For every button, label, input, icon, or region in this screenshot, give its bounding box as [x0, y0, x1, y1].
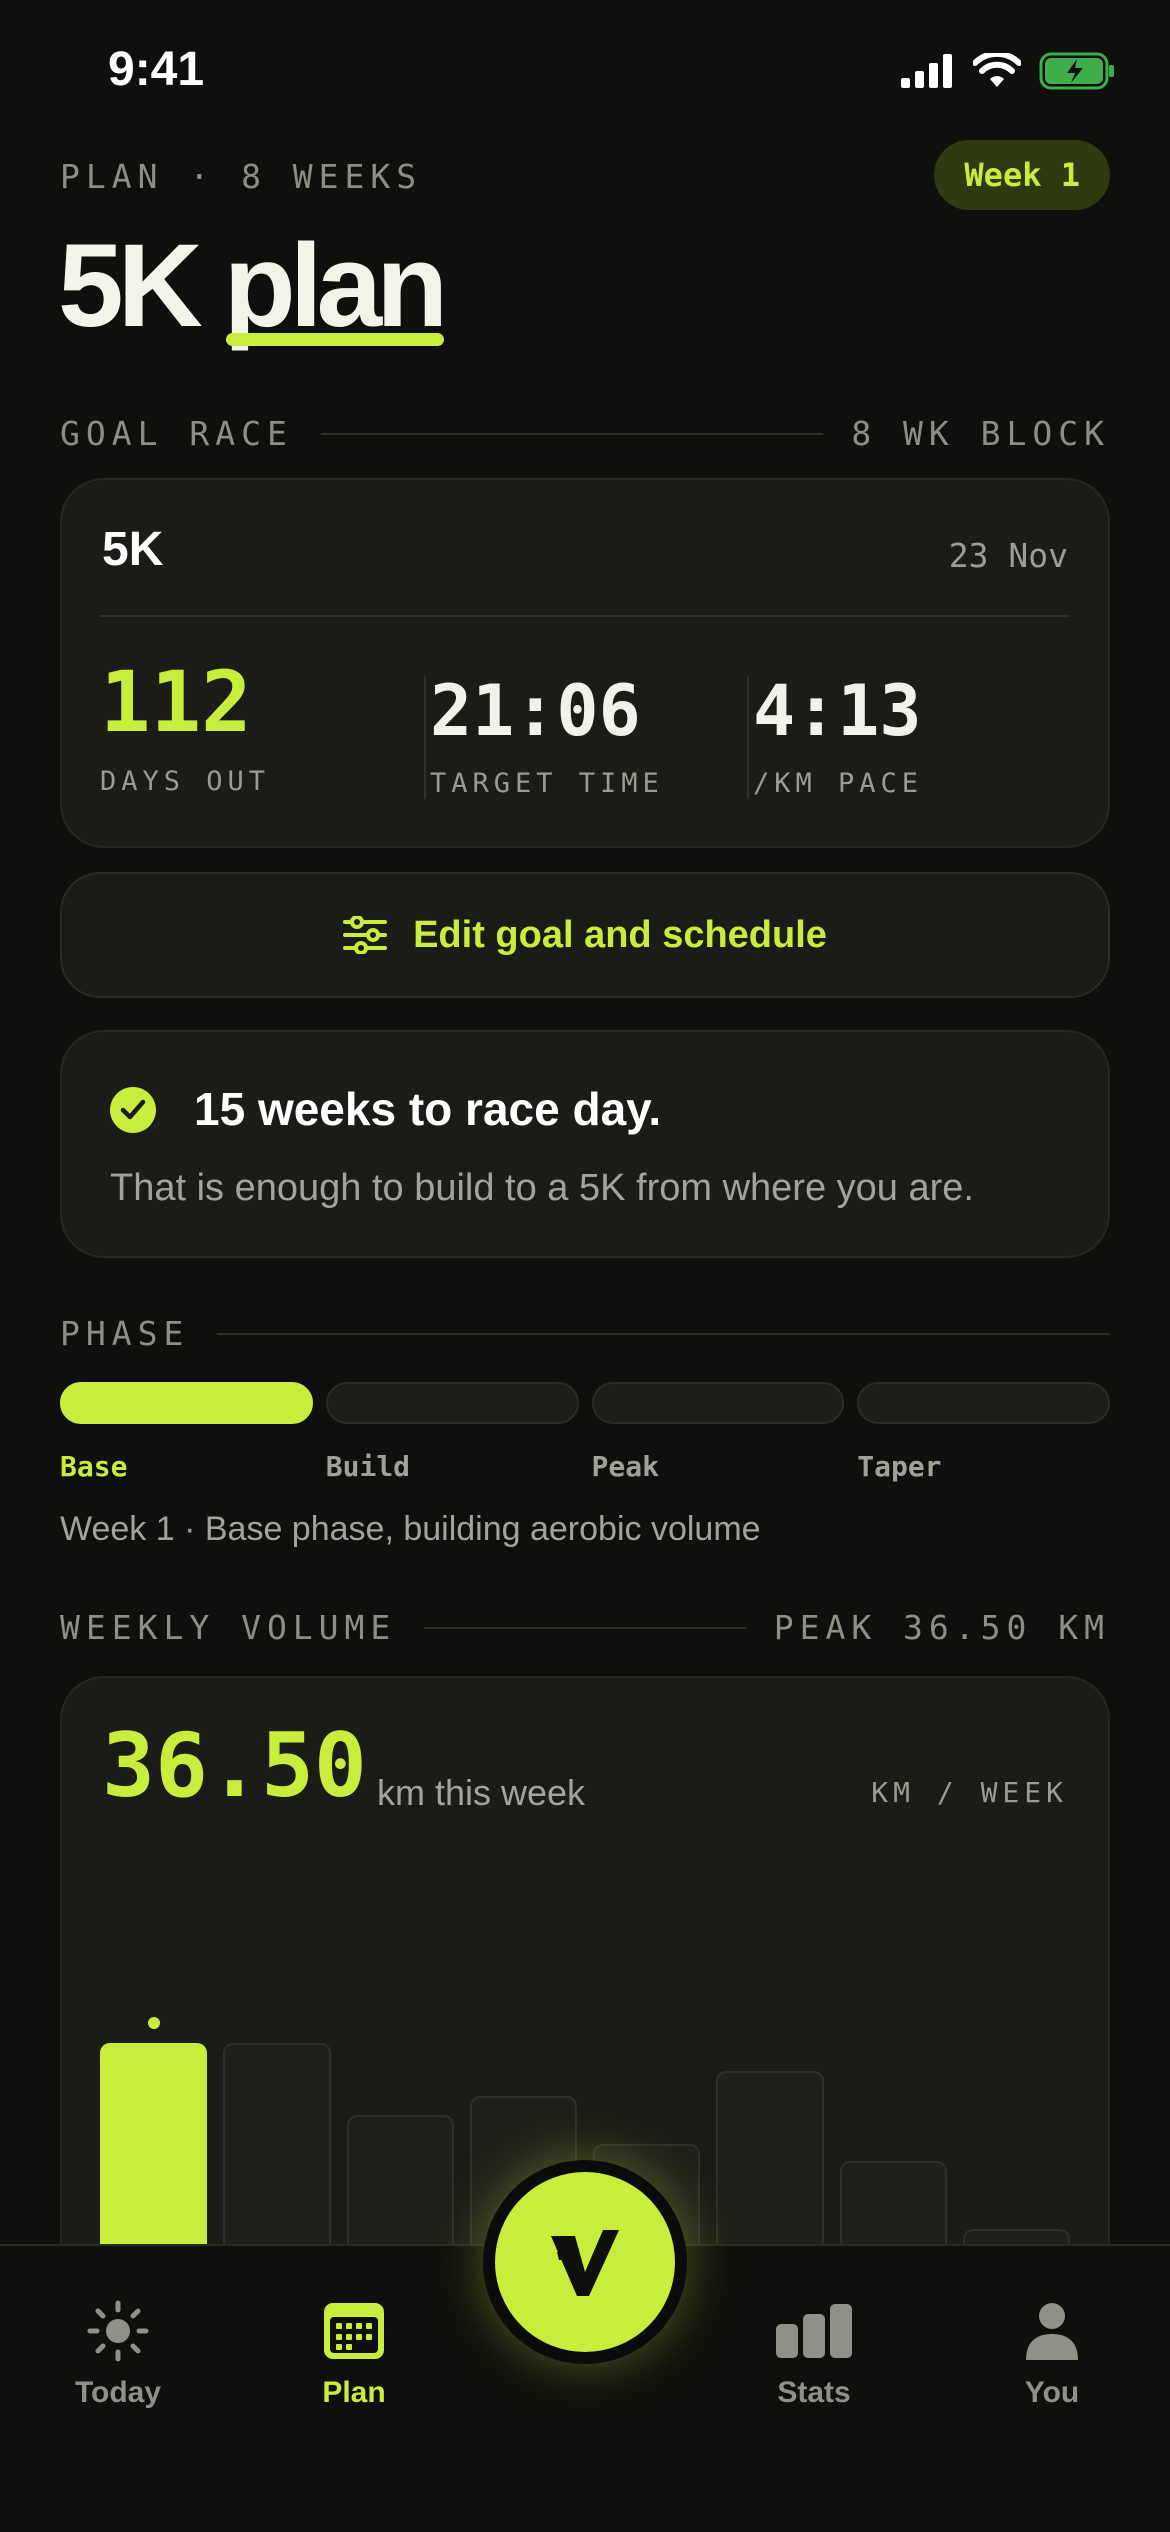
stat-target-time: 21:06 TARGET TIME [424, 676, 664, 799]
phase-bar [60, 1382, 313, 1424]
divider [424, 1626, 746, 1629]
tab-label: Stats [777, 2376, 851, 2409]
stat-label: /KM PACE [753, 768, 924, 799]
phase-peak[interactable]: Peak [591, 1382, 845, 1483]
readiness-card: 15 weeks to race day. That is enough to … [60, 1030, 1110, 1258]
title-main: 5K [58, 220, 203, 352]
start-run-button[interactable] [483, 2160, 687, 2364]
divider [320, 432, 824, 435]
edit-goal-label: Edit goal and schedule [413, 913, 827, 956]
edit-goal-button[interactable]: Edit goal and schedule [60, 872, 1110, 998]
phase-base[interactable]: Base [60, 1382, 313, 1483]
phase-label: Build [325, 1450, 411, 1483]
goal-section-meta: 8 WK BLOCK [851, 414, 1110, 453]
phase-label: Taper [857, 1450, 942, 1483]
volume-axis-label: KM / WEEK [871, 1776, 1068, 1809]
stat-value: 21:06 [430, 670, 641, 752]
battery-charging-icon [1039, 52, 1114, 90]
goal-section-header: GOAL RACE 8 WK BLOCK [60, 414, 1110, 453]
title-accent-wrap: plan [224, 221, 449, 352]
phase-build[interactable]: Build [325, 1382, 579, 1483]
goal-race-distance: 5K [102, 523, 164, 576]
phase-bar [325, 1382, 579, 1424]
phase-bar [857, 1382, 1110, 1424]
stat-value: 112 [100, 653, 252, 751]
tab-label: Plan [322, 2376, 386, 2409]
stat-value: 4:13 [753, 670, 922, 752]
phase-bar [591, 1382, 845, 1424]
goal-race-date: 23 Nov [948, 536, 1068, 575]
tab-stats[interactable]: Stats [724, 2296, 904, 2410]
phase-note: Week 1 · Base phase, building aerobic vo… [60, 1510, 761, 1548]
brand-v-icon [551, 2230, 619, 2296]
signal-icon [901, 54, 952, 88]
divider [217, 1332, 1110, 1335]
volume-section-label: WEEKLY VOLUME [60, 1608, 397, 1647]
volume-section-meta: PEAK 36.50 KM [773, 1608, 1110, 1647]
bar-chart-icon [776, 2304, 852, 2358]
tab-label: You [1024, 2376, 1080, 2409]
volume-value: 36.50 [102, 1714, 367, 1817]
status-icons [901, 52, 1115, 90]
title-underline [225, 332, 445, 346]
phase-label: Peak [591, 1450, 659, 1483]
person-icon [1026, 2303, 1078, 2360]
readiness-title: 15 weeks to race day. [194, 1083, 662, 1135]
sliders-icon [343, 916, 388, 954]
divider [100, 615, 1070, 617]
volume-section-header: WEEKLY VOLUME PEAK 36.50 KM [60, 1608, 1110, 1647]
goal-card[interactable]: 5K 23 Nov 112 DAYS OUT 21:06 TARGET TIME… [60, 478, 1110, 848]
phase-tracker: Base Build Peak Taper [60, 1382, 1110, 1483]
phase-section-label: PHASE [60, 1314, 190, 1353]
tab-label: Today [74, 2376, 162, 2409]
week-pill[interactable]: Week 1 [934, 140, 1110, 210]
status-time: 9:41 [108, 43, 205, 96]
check-circle-icon [110, 1087, 156, 1133]
stat-pace: 4:13 /KM PACE [747, 676, 923, 799]
current-week-marker [147, 2017, 160, 2029]
tab-plan[interactable]: Plan [264, 2296, 444, 2410]
phase-section-header: PHASE [60, 1314, 1110, 1353]
plan-eyebrow: PLAN · 8 WEEKS [60, 157, 423, 196]
calendar-icon [324, 2303, 384, 2359]
stat-label: TARGET TIME [430, 768, 664, 799]
page-title: 5K plan [58, 220, 449, 352]
stat-days-out: 112 DAYS OUT [100, 660, 270, 797]
tab-today[interactable]: Today [28, 2296, 208, 2410]
sun-icon [87, 2300, 149, 2362]
readiness-subtitle: That is enough to build to a 5K from whe… [110, 1167, 974, 1209]
volume-unit: km this week [377, 1772, 586, 1813]
wifi-icon [973, 53, 1021, 87]
tab-you[interactable]: You [962, 2296, 1142, 2410]
phase-taper[interactable]: Taper [857, 1382, 1110, 1483]
goal-section-label: GOAL RACE [60, 414, 293, 453]
phase-label: Base [60, 1450, 128, 1483]
stat-label: DAYS OUT [100, 766, 271, 797]
